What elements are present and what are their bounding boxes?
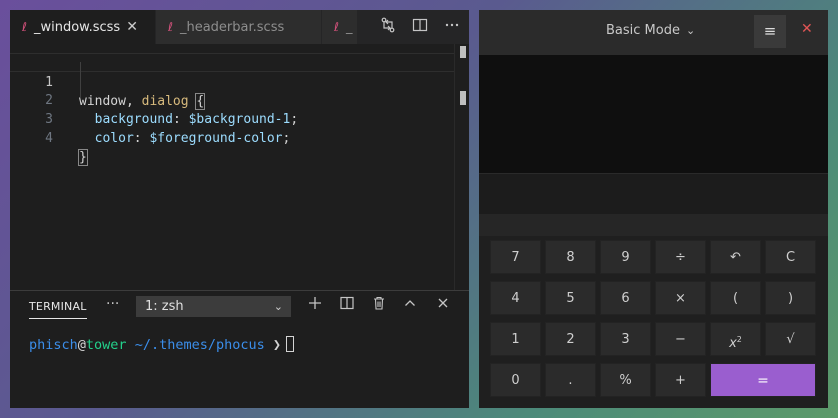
mode-label: Basic Mode (606, 23, 680, 38)
code-line-4: 4 } (10, 110, 455, 166)
shell-select-value: 1: zsh (145, 299, 184, 314)
key-open-paren[interactable]: ( (710, 281, 761, 315)
tab-label: _headerbar.scss (179, 19, 285, 35)
key-0[interactable]: 0 (490, 363, 541, 397)
calculator-history-display (479, 55, 828, 173)
key-6[interactable]: 6 (600, 281, 651, 315)
property-color: color (94, 131, 134, 146)
key-9[interactable]: 9 (600, 240, 651, 274)
editor-window: ℓ _window.scss ✕ ℓ _headerbar.scss ℓ _ 1 (10, 10, 469, 408)
tab-overflow[interactable]: ℓ _ (322, 10, 358, 44)
terminal-panel: TERMINAL ··· 1: zsh ⌄ phisch@tower ~/.th (10, 290, 469, 408)
chevron-down-icon: ⌄ (685, 24, 696, 37)
semicolon: ; (282, 131, 291, 146)
close-tab-icon[interactable]: ✕ (126, 19, 138, 35)
editor-actions (358, 10, 469, 44)
indent-guide (80, 62, 81, 98)
tab-window-scss[interactable]: ℓ _window.scss ✕ (10, 10, 156, 44)
terminal-header: TERMINAL ··· 1: zsh ⌄ (10, 291, 469, 321)
scss-file-icon: ℓ (22, 20, 27, 34)
prompt-path: ~/.themes/phocus (134, 337, 265, 353)
scss-file-icon: ℓ (334, 20, 339, 34)
editor-tab-bar: ℓ _window.scss ✕ ℓ _headerbar.scss ℓ _ (10, 10, 469, 44)
key-divide[interactable]: ÷ (655, 240, 706, 274)
chevron-down-icon: ⌄ (273, 300, 283, 313)
panel-more-icon[interactable]: ··· (106, 296, 119, 312)
calculator-info-bar (479, 214, 828, 236)
key-8[interactable]: 8 (545, 240, 596, 274)
key-equals[interactable]: = (710, 363, 816, 397)
close-panel-icon[interactable] (434, 296, 452, 314)
editor-scrollbar[interactable] (454, 44, 469, 290)
tab-headerbar-scss[interactable]: ℓ _headerbar.scss (156, 10, 322, 44)
maximize-panel-icon[interactable] (401, 296, 419, 314)
code-editor[interactable]: 1 window, dialog { 2 background: $backgr… (10, 44, 469, 290)
key-1[interactable]: 1 (490, 322, 541, 356)
more-actions-icon[interactable] (443, 17, 461, 37)
key-add[interactable]: + (655, 363, 706, 397)
tab-label: _ (345, 19, 353, 35)
key-5[interactable]: 5 (545, 281, 596, 315)
colon: : (133, 131, 142, 146)
terminal-cursor (286, 336, 295, 352)
prompt-arrow: ❯ (272, 337, 282, 353)
mode-selector[interactable]: Basic Mode ⌄ (606, 23, 695, 38)
calculator-input-display[interactable] (479, 173, 828, 214)
scss-file-icon: ℓ (168, 20, 173, 34)
key-clear[interactable]: C (765, 240, 816, 274)
key-percent[interactable]: % (600, 363, 651, 397)
line-number: 4 (45, 131, 53, 146)
code-line-1: 1 window, dialog { (10, 53, 455, 110)
code-line-3: 3 color: $foreground-color; (10, 91, 455, 146)
split-editor-icon[interactable] (411, 17, 429, 37)
terminal-shell-select[interactable]: 1: zsh ⌄ (136, 296, 291, 317)
key-sqrt[interactable]: √ (765, 322, 816, 356)
prompt-host: tower (85, 337, 127, 353)
scrollbar-marker (460, 46, 466, 58)
new-terminal-icon[interactable] (306, 296, 324, 314)
close-brace: } (78, 149, 88, 166)
key-3[interactable]: 3 (600, 322, 651, 356)
key-undo[interactable]: ↶ (710, 240, 761, 274)
key-multiply[interactable]: × (655, 281, 706, 315)
key-close-paren[interactable]: ) (765, 281, 816, 315)
key-square[interactable]: x2 (710, 322, 761, 356)
prompt-user: phisch (29, 337, 78, 353)
key-subtract[interactable]: − (655, 322, 706, 356)
scrollbar-thumb[interactable] (460, 91, 466, 105)
trash-icon[interactable] (370, 296, 388, 314)
prompt-at: @ (77, 337, 86, 353)
close-window-icon[interactable]: ✕ (801, 21, 813, 37)
terminal-tab[interactable]: TERMINAL (29, 300, 87, 319)
key-2[interactable]: 2 (545, 322, 596, 356)
value-color: $foreground-color (149, 131, 283, 146)
key-7[interactable]: 7 (490, 240, 541, 274)
hamburger-menu-icon[interactable]: ≡ (754, 15, 786, 48)
tab-label: _window.scss (33, 19, 121, 35)
terminal-prompt[interactable]: phisch@tower ~/.themes/phocus ❯ (29, 336, 295, 353)
code-line-2: 2 background: $background-1; (10, 72, 455, 127)
source-control-compare-icon[interactable] (379, 17, 397, 37)
calculator-keypad: 7 8 9 ÷ ↶ C 4 5 6 × ( ) 1 2 3 − x2 √ 0 .… (479, 236, 828, 408)
split-terminal-icon[interactable] (338, 296, 356, 314)
key-decimal[interactable]: . (545, 363, 596, 397)
calculator-headerbar: Basic Mode ⌄ ≡ ✕ (479, 10, 828, 55)
calculator-window: Basic Mode ⌄ ≡ ✕ 7 8 9 ÷ ↶ C 4 5 6 × ( ) … (479, 10, 828, 408)
key-4[interactable]: 4 (490, 281, 541, 315)
